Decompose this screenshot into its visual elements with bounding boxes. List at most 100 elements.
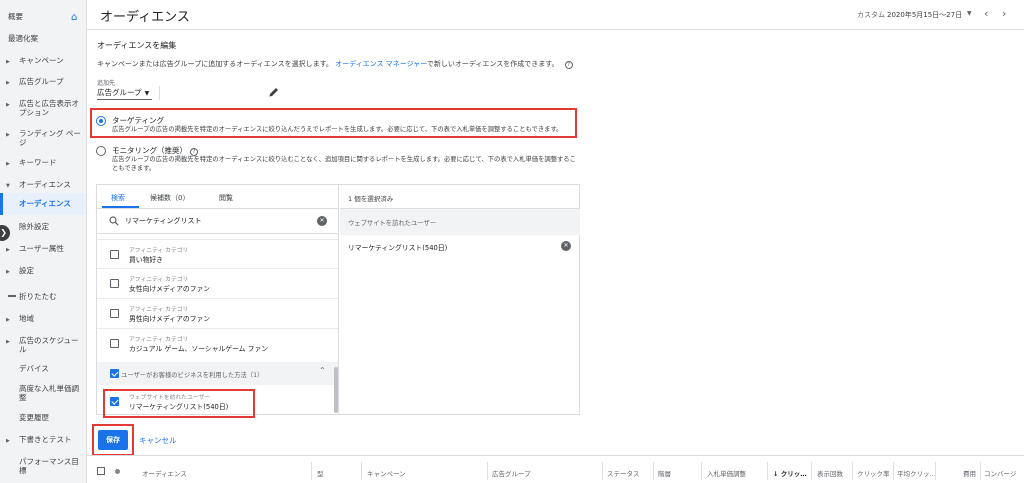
section-description: キャンペーンまたは広告グループに追加するオーディエンスを選択します。 オーディエ… <box>97 59 573 69</box>
group-label: ユーザーがお客様のビジネスを利用した方法（1） <box>121 372 264 379</box>
add-to-select[interactable]: 広告グループ ▼ <box>97 87 152 98</box>
list-scrollbar[interactable] <box>334 367 338 413</box>
item-name[interactable]: 男性向けメディアのファン <box>129 313 210 323</box>
column-header-sorted[interactable]: ↓ クリッ… <box>773 468 807 478</box>
chevron-up-icon[interactable]: ⌃ <box>319 366 326 375</box>
column-header[interactable]: オーディエンス <box>142 468 187 478</box>
sidebar-item-demographics[interactable]: ▶ ユーザー属性 <box>0 244 86 253</box>
sidebar-item-exclusions[interactable]: 除外設定 <box>0 222 86 231</box>
item-category: アフィニティ カテゴリ <box>129 307 189 313</box>
table-header: オーディエンス 型 キャンペーン 広告グループ ステータス 階層 入札単価調整 … <box>87 455 1024 483</box>
sidebar-item-audiences-group[interactable]: ▼ オーディエンス <box>0 180 86 189</box>
date-next-icon[interactable]: › <box>1002 7 1006 20</box>
section-title: オーディエンスを編集 <box>97 41 177 50</box>
page-title: オーディエンス <box>100 10 190 25</box>
sidebar-item-keywords[interactable]: ▶ キーワード <box>0 158 86 167</box>
column-divider <box>935 462 936 480</box>
divider <box>159 86 160 100</box>
sidebar-item-drafts-experiments[interactable]: ▶ 下書きとテスト <box>0 435 86 444</box>
expand-sidebar-button[interactable]: ❯ <box>0 225 10 241</box>
selected-group-label: ウェブサイトを訪れたユーザー <box>348 220 437 227</box>
sidebar-item-change-history[interactable]: 変更履歴 <box>0 413 86 422</box>
sidebar-item-landing-pages[interactable]: ▶ ランディング ページ <box>0 129 86 147</box>
expand-triangle-icon: ▶ <box>6 132 10 138</box>
expand-triangle-icon: ▶ <box>6 269 10 275</box>
search-icon <box>109 216 119 226</box>
column-header[interactable]: 費用 <box>963 468 976 478</box>
column-header[interactable]: 入札単価調整 <box>707 468 746 478</box>
column-header[interactable]: キャンペーン <box>367 468 406 478</box>
help-icon[interactable]: ? <box>564 61 573 69</box>
column-header[interactable]: 型 <box>317 468 324 478</box>
column-divider <box>701 462 702 480</box>
search-row: ✕ <box>97 208 338 234</box>
sidebar-item-recommendations[interactable]: 最適化案 <box>0 34 86 43</box>
item-checkbox[interactable] <box>110 279 119 288</box>
item-checkbox[interactable] <box>110 250 119 259</box>
column-divider <box>767 462 768 480</box>
selected-item: リマーケティングリスト(540日) <box>348 244 448 252</box>
add-to-underline <box>97 99 152 100</box>
collapse-triangle-icon: ▼ <box>6 183 10 189</box>
tab-browse[interactable]: 閲覧 <box>219 193 233 203</box>
select-all-checkbox[interactable] <box>97 467 105 475</box>
sidebar-item-settings[interactable]: ▶ 設定 <box>0 266 86 275</box>
column-divider <box>852 462 853 480</box>
home-icon[interactable]: ⌂ <box>71 12 77 23</box>
column-divider <box>602 462 603 480</box>
sidebar-item-ad-groups[interactable]: ▶ 広告グループ <box>0 77 86 86</box>
sidebar-item-campaigns[interactable]: ▶ キャンペーン <box>0 56 86 65</box>
column-divider <box>980 462 981 480</box>
expand-triangle-icon: ▶ <box>6 247 10 253</box>
item-checkbox[interactable] <box>110 309 119 318</box>
tab-candidates[interactable]: 候補数（0） <box>150 193 189 203</box>
item-name[interactable]: 買い物好き <box>129 254 163 264</box>
highlight-box <box>90 108 577 138</box>
expand-triangle-icon: ▶ <box>6 317 10 323</box>
column-header[interactable]: 平均クリッ… <box>897 468 936 478</box>
selected-header: 1 個を選択済み <box>340 185 580 209</box>
sidebar-item-performance-goals[interactable]: パフォーマンス目標 <box>0 457 86 475</box>
item-name[interactable]: カジュアル ゲーム、ソーシャルゲーム ファン <box>129 343 268 353</box>
column-header[interactable]: 広告グループ <box>492 468 531 478</box>
audience-manager-link[interactable]: オーディエンス マネージャー <box>335 60 427 68</box>
search-input[interactable] <box>125 215 305 227</box>
highlight-box <box>103 389 255 418</box>
monitoring-radio[interactable] <box>96 146 106 156</box>
group-header[interactable]: ユーザーがお客様のビジネスを利用した方法（1） ⌃ <box>97 362 338 385</box>
column-divider <box>653 462 654 480</box>
item-name[interactable]: 女性向けメディアのファン <box>129 283 210 293</box>
cancel-button[interactable]: キャンセル <box>139 435 177 446</box>
chevron-right-icon: ❯ <box>0 228 7 237</box>
expand-triangle-icon: ▶ <box>6 80 10 86</box>
sidebar-item-collapse[interactable]: 折りたたむ <box>0 292 86 301</box>
column-header[interactable]: コンバージ <box>984 468 1016 478</box>
page-header: オーディエンス カスタム 2020年5月15日〜27日 ▼ ‹ › <box>87 0 1024 30</box>
date-dropdown-icon[interactable]: ▼ <box>967 10 972 17</box>
monitoring-description: 広告グループの広告の掲載先を特定のオーディエンスに絞り込むことなく、追加項目に関… <box>112 156 576 172</box>
item-checkbox[interactable] <box>110 339 119 348</box>
column-header[interactable]: クリック率 <box>857 468 890 478</box>
sidebar-item-advanced-bid-adj[interactable]: 高度な入札単価調整 <box>0 384 86 402</box>
date-range-type: カスタム <box>857 11 885 19</box>
group-checkbox[interactable] <box>110 369 119 378</box>
sidebar-item-devices[interactable]: デバイス <box>0 364 86 373</box>
remove-icon[interactable]: ✕ <box>561 241 571 251</box>
sidebar-item-ad-schedule[interactable]: ▶ 広告のスケジュール <box>0 336 86 354</box>
pencil-icon[interactable] <box>268 86 280 98</box>
main-content: オーディエンスを編集 キャンペーンまたは広告グループに追加するオーディエンスを選… <box>87 30 1024 483</box>
tab-search[interactable]: 検索 <box>111 193 125 203</box>
date-prev-icon[interactable]: ‹ <box>984 7 988 20</box>
date-range-value[interactable]: 2020年5月15日〜27日 <box>887 10 962 20</box>
expand-triangle-icon: ▶ <box>6 161 10 167</box>
list-divider <box>97 298 338 299</box>
column-header[interactable]: 階層 <box>658 468 671 478</box>
clear-search-icon[interactable]: ✕ <box>317 216 327 226</box>
column-header[interactable]: ステータス <box>607 468 640 478</box>
sidebar-item-ads-extensions[interactable]: ▶ 広告と広告表示オプション <box>0 99 86 117</box>
save-button[interactable]: 保存 <box>98 430 128 450</box>
sidebar-item-locations[interactable]: ▶ 地域 <box>0 314 86 323</box>
sidebar-item-audiences[interactable]: オーディエンス <box>0 193 86 215</box>
column-header[interactable]: 表示回数 <box>817 468 843 478</box>
status-dot-icon <box>115 469 120 474</box>
